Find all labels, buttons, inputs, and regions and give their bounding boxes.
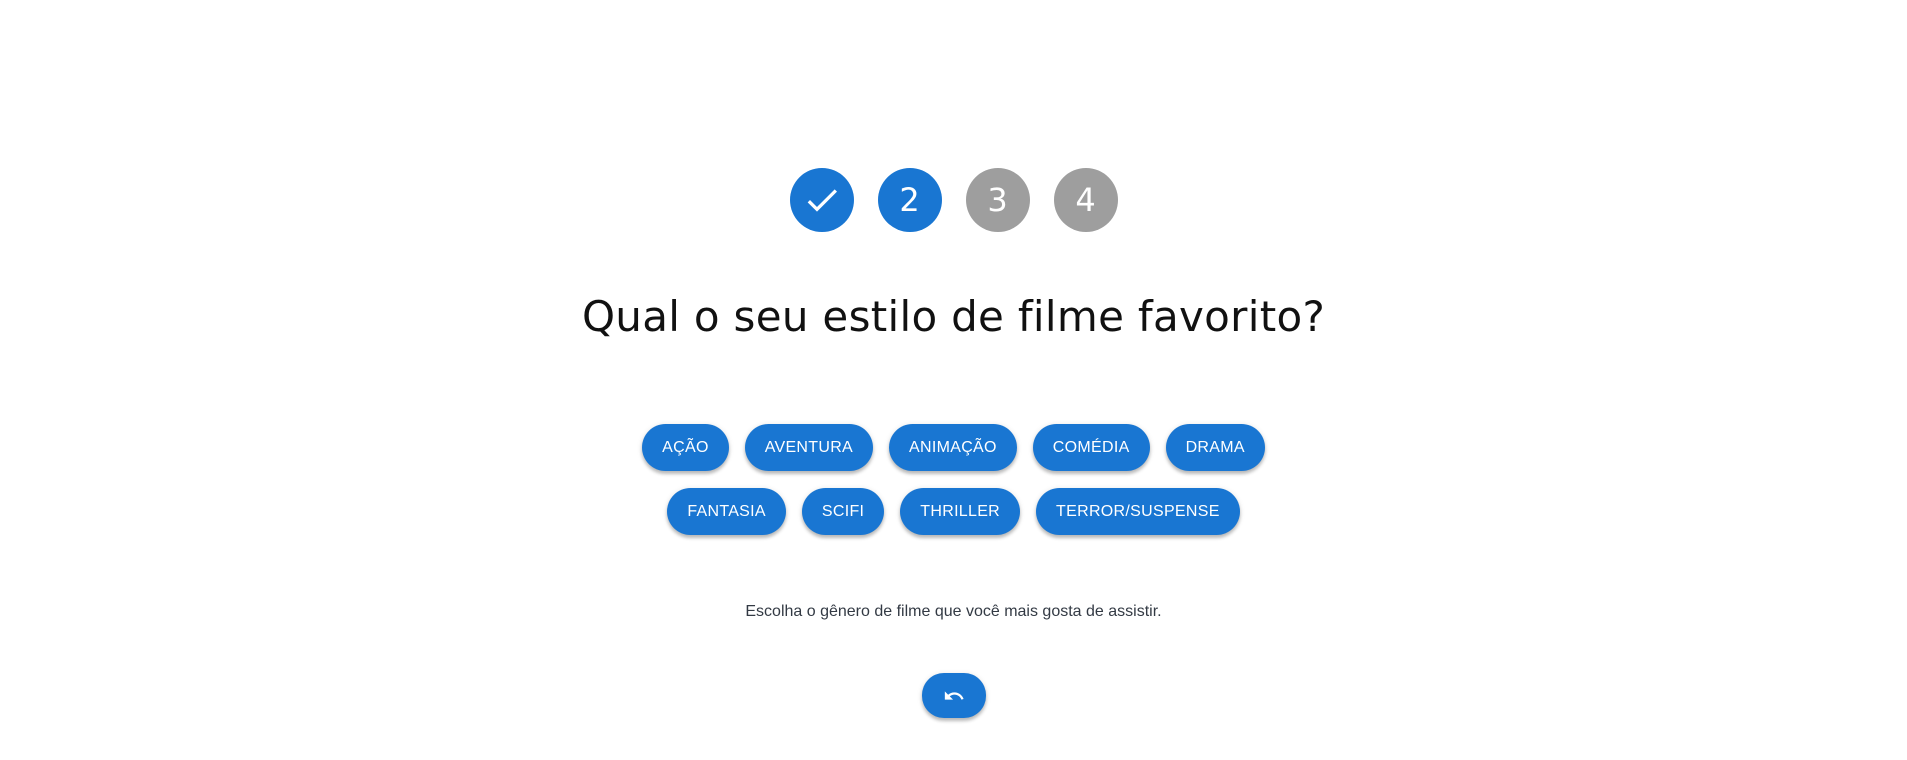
step-number: 4 (1075, 181, 1096, 219)
options-row-2: FANTASIA SCIFI THRILLER TERROR/SUSPENSE (0, 488, 1907, 535)
stepper: 2 3 4 (0, 168, 1907, 232)
undo-button[interactable] (921, 673, 986, 718)
quiz-page: 2 3 4 Qual o seu estilo de filme favorit… (0, 0, 1907, 760)
hint-text: Escolha o gênero de filme que você mais … (745, 603, 1162, 620)
undo-icon (944, 690, 964, 700)
option-animacao-button[interactable]: ANIMAÇÃO (889, 424, 1017, 471)
option-acao-button[interactable]: AÇÃO (642, 424, 729, 471)
check-icon (807, 189, 837, 212)
step-3-pending: 3 (965, 168, 1030, 232)
option-aventura-button[interactable]: AVENTURA (744, 424, 874, 471)
step-2-active: 2 (877, 168, 942, 232)
option-thriller-button[interactable]: THRILLER (900, 488, 1021, 535)
option-terror-suspense-button[interactable]: TERROR/SUSPENSE (1036, 488, 1240, 535)
option-fantasia-button[interactable]: FANTASIA (667, 488, 786, 535)
step-number: 3 (987, 181, 1008, 219)
step-4-pending: 4 (1053, 168, 1118, 232)
question-title: Qual o seu estilo de filme favorito? (581, 292, 1326, 341)
options-row-1: AÇÃO AVENTURA ANIMAÇÃO COMÉDIA DRAMA (0, 424, 1907, 471)
genre-options: AÇÃO AVENTURA ANIMAÇÃO COMÉDIA DRAMA FAN… (0, 424, 1907, 552)
step-number: 2 (899, 181, 920, 219)
undo-container (0, 673, 1907, 718)
option-drama-button[interactable]: DRAMA (1165, 424, 1265, 471)
option-scifi-button[interactable]: SCIFI (801, 488, 885, 535)
option-comedia-button[interactable]: COMÉDIA (1032, 424, 1150, 471)
step-1-completed (789, 168, 854, 232)
